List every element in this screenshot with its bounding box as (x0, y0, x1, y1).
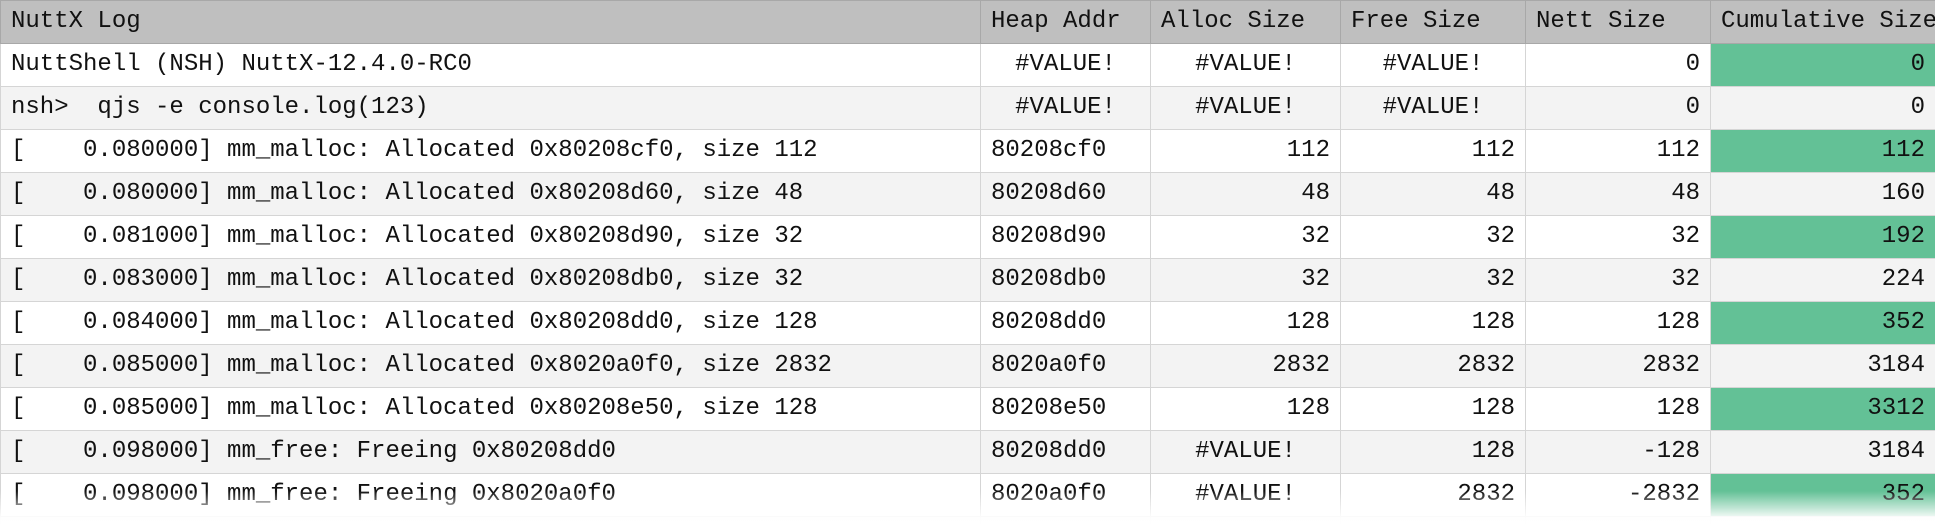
cell-log[interactable]: [ 0.080000] mm_malloc: Allocated 0x80208… (1, 173, 981, 216)
cell-log[interactable]: [ 0.083000] mm_malloc: Allocated 0x80208… (1, 259, 981, 302)
cell-alloc[interactable]: 112 (1151, 130, 1341, 173)
cell-log[interactable]: [ 0.080000] mm_malloc: Allocated 0x80208… (1, 130, 981, 173)
cell-heap[interactable]: 8020a0f0 (981, 474, 1151, 517)
cell-alloc[interactable]: 128 (1151, 388, 1341, 431)
cell-heap[interactable]: #VALUE! (981, 87, 1151, 130)
cell-cumulative[interactable]: 224 (1711, 259, 1935, 302)
cell-heap[interactable]: #VALUE! (981, 44, 1151, 87)
cell-nett[interactable]: -2832 (1526, 474, 1711, 517)
table-row[interactable]: [ 0.098000] mm_free: Freeing 0x8020a0f08… (1, 474, 1935, 517)
cell-cumulative[interactable]: 352 (1711, 302, 1935, 345)
cell-nett[interactable]: -32 (1526, 517, 1711, 525)
cell-free[interactable]: #VALUE! (1341, 87, 1526, 130)
cell-free[interactable]: 112 (1341, 130, 1526, 173)
col-header-cum[interactable]: Cumulative Size (1711, 1, 1935, 44)
table-row[interactable]: [ 0.080000] mm_malloc: Allocated 0x80208… (1, 173, 1935, 216)
cell-cumulative[interactable]: 192 (1711, 216, 1935, 259)
cell-nett[interactable]: 112 (1526, 130, 1711, 173)
cell-log[interactable]: [ 0.099000] mm_free: Freeing 0x80208db0 (1, 517, 981, 525)
cell-free[interactable]: 128 (1341, 302, 1526, 345)
cell-log[interactable]: [ 0.085000] mm_malloc: Allocated 0x8020a… (1, 345, 981, 388)
cell-nett[interactable]: 128 (1526, 302, 1711, 345)
cell-alloc[interactable]: #VALUE! (1151, 517, 1341, 525)
cell-nett[interactable]: 2832 (1526, 345, 1711, 388)
cell-nett[interactable]: 0 (1526, 44, 1711, 87)
cell-free[interactable]: 32 (1341, 517, 1526, 525)
cell-heap[interactable]: 80208d60 (981, 173, 1151, 216)
cell-cumulative[interactable]: 3184 (1711, 345, 1935, 388)
col-header-nett[interactable]: Nett Size (1526, 1, 1711, 44)
cell-free[interactable]: 128 (1341, 431, 1526, 474)
cell-alloc[interactable]: #VALUE! (1151, 474, 1341, 517)
col-header-alloc[interactable]: Alloc Size (1151, 1, 1341, 44)
table-row[interactable]: [ 0.098000] mm_free: Freeing 0x80208dd08… (1, 431, 1935, 474)
table-row[interactable]: [ 0.085000] mm_malloc: Allocated 0x8020a… (1, 345, 1935, 388)
cell-heap[interactable]: 80208dd0 (981, 431, 1151, 474)
cell-alloc[interactable]: 32 (1151, 259, 1341, 302)
table-row[interactable]: [ 0.099000] mm_free: Freeing 0x80208db08… (1, 517, 1935, 525)
table-row[interactable]: [ 0.080000] mm_malloc: Allocated 0x80208… (1, 130, 1935, 173)
cell-alloc[interactable]: 2832 (1151, 345, 1341, 388)
cell-heap[interactable]: 80208d90 (981, 216, 1151, 259)
cell-log[interactable]: [ 0.098000] mm_free: Freeing 0x80208dd0 (1, 431, 981, 474)
cell-cumulative[interactable]: 352 (1711, 474, 1935, 517)
cell-nett[interactable]: -128 (1526, 431, 1711, 474)
cell-cumulative[interactable]: 160 (1711, 173, 1935, 216)
cell-nett[interactable]: 0 (1526, 87, 1711, 130)
cell-heap[interactable]: 80208db0 (981, 517, 1151, 525)
spreadsheet-viewport: NuttX Log Heap Addr Alloc Size Free Size… (0, 0, 1935, 525)
cell-free[interactable]: 32 (1341, 216, 1526, 259)
cell-log[interactable]: nsh> qjs -e console.log(123) (1, 87, 981, 130)
col-header-free[interactable]: Free Size (1341, 1, 1526, 44)
table-row[interactable]: NuttShell (NSH) NuttX-12.4.0-RC0#VALUE!#… (1, 44, 1935, 87)
cell-log[interactable]: [ 0.085000] mm_malloc: Allocated 0x80208… (1, 388, 981, 431)
col-header-heap[interactable]: Heap Addr (981, 1, 1151, 44)
cell-cumulative[interactable]: 112 (1711, 130, 1935, 173)
table-row[interactable]: nsh> qjs -e console.log(123)#VALUE!#VALU… (1, 87, 1935, 130)
cell-log[interactable]: [ 0.084000] mm_malloc: Allocated 0x80208… (1, 302, 981, 345)
cell-alloc[interactable]: #VALUE! (1151, 44, 1341, 87)
cell-alloc[interactable]: #VALUE! (1151, 87, 1341, 130)
cell-heap[interactable]: 80208cf0 (981, 130, 1151, 173)
cell-cumulative[interactable]: 320 (1711, 517, 1935, 525)
header-row: NuttX Log Heap Addr Alloc Size Free Size… (1, 1, 1935, 44)
cell-log[interactable]: [ 0.098000] mm_free: Freeing 0x8020a0f0 (1, 474, 981, 517)
table-body: NuttShell (NSH) NuttX-12.4.0-RC0#VALUE!#… (1, 44, 1935, 525)
cell-heap[interactable]: 8020a0f0 (981, 345, 1151, 388)
table-row[interactable]: [ 0.083000] mm_malloc: Allocated 0x80208… (1, 259, 1935, 302)
cell-alloc[interactable]: #VALUE! (1151, 431, 1341, 474)
table-row[interactable]: [ 0.084000] mm_malloc: Allocated 0x80208… (1, 302, 1935, 345)
cell-free[interactable]: 2832 (1341, 474, 1526, 517)
cell-cumulative[interactable]: 0 (1711, 44, 1935, 87)
cell-log[interactable]: [ 0.081000] mm_malloc: Allocated 0x80208… (1, 216, 981, 259)
cell-cumulative[interactable]: 0 (1711, 87, 1935, 130)
cell-alloc[interactable]: 48 (1151, 173, 1341, 216)
cell-heap[interactable]: 80208dd0 (981, 302, 1151, 345)
cell-nett[interactable]: 48 (1526, 173, 1711, 216)
cell-nett[interactable]: 32 (1526, 259, 1711, 302)
cell-free[interactable]: 2832 (1341, 345, 1526, 388)
cell-free[interactable]: #VALUE! (1341, 44, 1526, 87)
cell-nett[interactable]: 32 (1526, 216, 1711, 259)
cell-heap[interactable]: 80208db0 (981, 259, 1151, 302)
cell-alloc[interactable]: 128 (1151, 302, 1341, 345)
cell-free[interactable]: 32 (1341, 259, 1526, 302)
cell-heap[interactable]: 80208e50 (981, 388, 1151, 431)
table-row[interactable]: [ 0.085000] mm_malloc: Allocated 0x80208… (1, 388, 1935, 431)
table-row[interactable]: [ 0.081000] mm_malloc: Allocated 0x80208… (1, 216, 1935, 259)
cell-cumulative[interactable]: 3184 (1711, 431, 1935, 474)
cell-cumulative[interactable]: 3312 (1711, 388, 1935, 431)
col-header-log[interactable]: NuttX Log (1, 1, 981, 44)
cell-free[interactable]: 128 (1341, 388, 1526, 431)
cell-alloc[interactable]: 32 (1151, 216, 1341, 259)
data-table: NuttX Log Heap Addr Alloc Size Free Size… (0, 0, 1935, 525)
cell-nett[interactable]: 128 (1526, 388, 1711, 431)
cell-free[interactable]: 48 (1341, 173, 1526, 216)
cell-log[interactable]: NuttShell (NSH) NuttX-12.4.0-RC0 (1, 44, 981, 87)
